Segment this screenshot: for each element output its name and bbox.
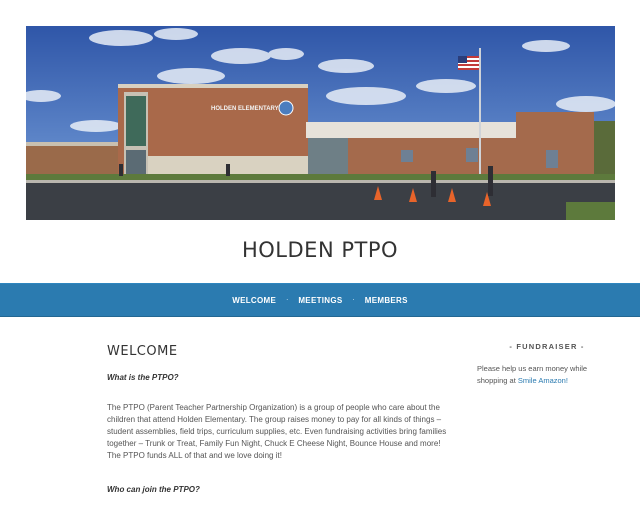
site-title[interactable]: HOLDEN PTPO: [0, 238, 640, 262]
nav-item-members[interactable]: MEMBERS: [357, 296, 416, 305]
smile-amazon-link[interactable]: Smile Amazon!: [518, 376, 568, 385]
school-logo-icon: [278, 100, 294, 116]
sidebar: - FUNDRAISER - Please help us earn money…: [477, 342, 617, 387]
main-navigation: WELCOME · MEETINGS · MEMBERS: [0, 283, 640, 317]
building-sign: HOLDEN ELEMENTARY: [211, 106, 279, 112]
main-content: WELCOME What is the PTPO? The PTPO (Pare…: [107, 344, 452, 514]
nav-item-meetings[interactable]: MEETINGS: [290, 296, 350, 305]
question-who-can-join: Who can join the PTPO?: [107, 485, 200, 494]
school-building-photo: HOLDEN ELEMENTARY: [26, 26, 615, 220]
widget-text: Please help us earn money while shopping…: [477, 363, 617, 387]
header-image: HOLDEN ELEMENTARY: [26, 26, 615, 220]
page-title: WELCOME: [107, 344, 178, 359]
nav-item-welcome[interactable]: WELCOME: [224, 296, 284, 305]
question-what-is-ptpo: What is the PTPO?: [107, 373, 179, 382]
answer-paragraph: The PTPO (Parent Teacher Partnership Org…: [107, 403, 447, 460]
widget-title-fundraiser: - FUNDRAISER -: [509, 342, 585, 351]
flag-icon: [458, 56, 479, 70]
